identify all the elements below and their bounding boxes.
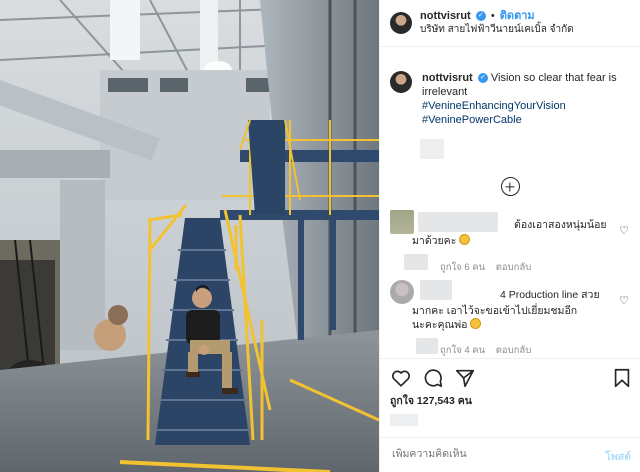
location-link[interactable]: บริษัท สายไฟฟ้าวีนายน์เคเบิ้ล จำกัด: [420, 23, 574, 37]
comment-meta: ถูกใจ 6 คน ตอบกลับ: [440, 260, 539, 275]
commenter-name-redacted: [420, 280, 452, 300]
add-comment-input[interactable]: [392, 448, 572, 460]
separator-dot: •: [490, 10, 495, 22]
load-more-comments-icon[interactable]: [500, 177, 520, 196]
caption-username[interactable]: nottvisrut: [422, 72, 473, 84]
caption: nottvisrut ✓ Vision so clear that fear i…: [380, 47, 640, 127]
post-photo[interactable]: [0, 0, 379, 472]
caption-timestamp-redacted: [420, 139, 444, 159]
likes-count[interactable]: ถูกใจ 127,543 คน: [390, 392, 472, 409]
caption-avatar[interactable]: [390, 71, 412, 93]
reply-button[interactable]: ตอบกลับ: [496, 345, 532, 356]
post-time-redacted: [390, 414, 418, 426]
action-bar: [380, 358, 640, 394]
comment-bubble-icon[interactable]: [422, 367, 444, 389]
post-comment-button[interactable]: โพสต์: [605, 448, 631, 465]
comment: 4 Production line สวย มากคะ เอาไว้จะขอเข…: [390, 280, 635, 360]
comment-meta: ถูกใจ 4 คน ตอบกลับ: [440, 343, 539, 358]
comment-text: 4 Production line สวย: [500, 289, 600, 301]
author-avatar[interactable]: [390, 12, 412, 34]
instagram-post: nottvisrut ✓ • ติดตาม บริษัท สายไฟฟ้าวีน…: [0, 0, 640, 472]
comment-likes-count[interactable]: ถูกใจ 4 คน: [440, 345, 485, 356]
grin-emoji-icon: [470, 318, 482, 329]
verified-badge-icon: ✓: [477, 73, 488, 84]
comment-text: มาด้วยคะ: [412, 234, 471, 249]
add-comment-bar: โพสต์: [380, 437, 640, 472]
hashtag-link[interactable]: #VeninePowerCable: [422, 113, 622, 127]
comment-time-redacted: [416, 338, 438, 354]
follow-button[interactable]: ติดตาม: [500, 10, 535, 22]
comment-like-heart-icon[interactable]: ♡: [619, 224, 629, 237]
post-header: nottvisrut ✓ • ติดตาม บริษัท สายไฟฟ้าวีน…: [380, 0, 640, 47]
comment-likes-count[interactable]: ถูกใจ 6 คน: [440, 262, 485, 273]
like-heart-icon[interactable]: [390, 367, 412, 389]
comment: ต้องเอาสองหนุ่มน้อย มาด้วยคะ ♡ ถูกใจ 6 ค…: [390, 210, 635, 274]
comment-like-heart-icon[interactable]: ♡: [619, 294, 629, 307]
comment-time-redacted: [404, 254, 428, 270]
comment-text: ต้องเอาสองหนุ่มน้อย: [514, 219, 607, 231]
verified-badge-icon: ✓: [475, 11, 486, 22]
commenter-avatar[interactable]: [390, 210, 414, 234]
commenter-avatar[interactable]: [390, 280, 414, 304]
caption-body: nottvisrut ✓ Vision so clear that fear i…: [422, 71, 622, 127]
post-side-panel: nottvisrut ✓ • ติดตาม บริษัท สายไฟฟ้าวีน…: [379, 0, 640, 472]
factory-staircase-photo: [0, 0, 379, 472]
comment-text: นะคะคุณพ่อ: [412, 318, 482, 333]
author-username[interactable]: nottvisrut: [420, 10, 471, 22]
save-bookmark-icon[interactable]: [611, 367, 633, 389]
comment-text: มากคะ เอาไว้จะขอเข้าไปเยี่ยมชมอีก: [412, 305, 578, 317]
grin-emoji-icon: [459, 234, 471, 245]
commenter-name-redacted: [418, 212, 498, 232]
share-paper-plane-icon[interactable]: [454, 367, 476, 389]
reply-button[interactable]: ตอบกลับ: [496, 262, 532, 273]
header-text: nottvisrut ✓ • ติดตาม บริษัท สายไฟฟ้าวีน…: [420, 9, 574, 37]
hashtag-link[interactable]: #VenineEnhancingYourVision: [422, 99, 622, 113]
